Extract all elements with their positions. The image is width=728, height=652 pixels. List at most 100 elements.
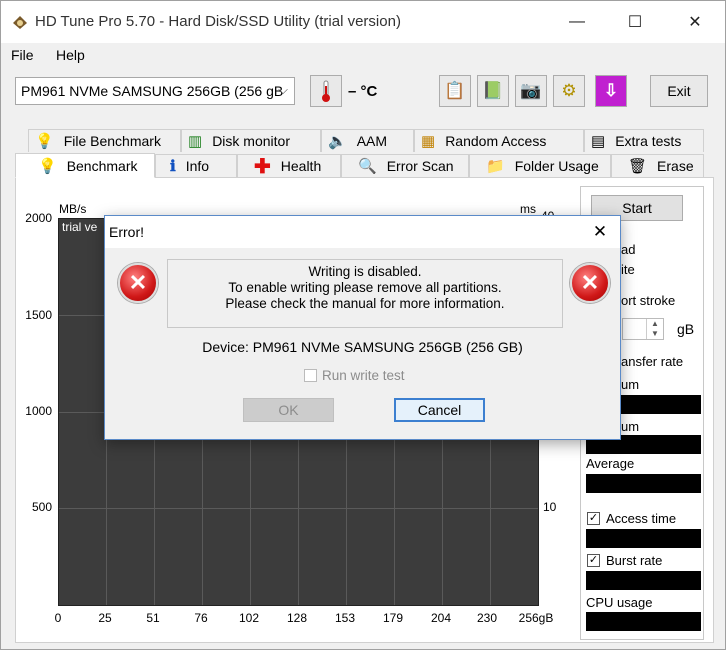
trial-watermark: trial ve bbox=[62, 220, 98, 234]
app-logo-icon bbox=[11, 13, 29, 31]
y-tick-label: 2000 bbox=[25, 211, 52, 225]
tab-extra-tests[interactable]: ▤ Extra tests bbox=[584, 129, 704, 152]
burst-rate-checkbox[interactable]: ✓ bbox=[587, 554, 600, 567]
copy-info-button[interactable]: 📋 bbox=[439, 75, 471, 107]
x-tick-label: 0 bbox=[54, 611, 62, 625]
cpu-usage-value-box bbox=[586, 612, 701, 631]
access-time-checkbox[interactable]: ✓ bbox=[587, 512, 600, 525]
maximum-label: um bbox=[621, 419, 640, 434]
tab-health[interactable]: ✚ Health bbox=[237, 154, 341, 178]
extra-tests-icon: ▤ bbox=[591, 133, 606, 150]
x-tick-label: 76 bbox=[194, 611, 208, 625]
chevron-down-icon: ⌵ bbox=[278, 82, 288, 97]
disk-monitor-icon: ▥ bbox=[188, 133, 203, 150]
menu-bar: File Help bbox=[1, 43, 725, 67]
y-tick-label: 1000 bbox=[25, 404, 52, 418]
magnifier-icon: 🔍 bbox=[358, 158, 377, 175]
minimize-button[interactable]: — bbox=[554, 9, 600, 35]
error-icon: ✕ bbox=[118, 263, 158, 303]
options-button[interactable]: ⚙ bbox=[553, 75, 585, 107]
tab-disk-monitor[interactable]: ▥ Disk monitor bbox=[181, 129, 321, 152]
run-write-test-label[interactable]: Run write test bbox=[322, 368, 405, 383]
info-icon: ℹ bbox=[170, 158, 176, 175]
menu-file[interactable]: File bbox=[11, 47, 34, 63]
toolbar: PM961 NVMe SAMSUNG 256GB (256 gB ⌵ – °C … bbox=[1, 67, 725, 117]
temperature-readout: – °C bbox=[348, 83, 378, 100]
screenshot-button[interactable]: 📷 bbox=[515, 75, 547, 107]
gb-unit-label: gB bbox=[677, 321, 695, 337]
drive-select-value: PM961 NVMe SAMSUNG 256GB (256 gB bbox=[21, 83, 284, 99]
x-tick-label: 230 bbox=[476, 611, 498, 625]
error-icon: ✕ bbox=[570, 263, 610, 303]
ok-button[interactable]: OK bbox=[243, 398, 334, 422]
save-button[interactable]: ⇩ bbox=[595, 75, 627, 107]
read-option-label[interactable]: ad bbox=[621, 242, 635, 257]
tab-aam[interactable]: 🔈 AAM bbox=[321, 129, 414, 152]
options-icon: ⚙ bbox=[561, 81, 577, 100]
x-tick-label: 128 bbox=[286, 611, 308, 625]
maximize-button[interactable]: ☐ bbox=[612, 9, 658, 35]
thermometer-icon[interactable] bbox=[310, 75, 342, 107]
access-time-value-box bbox=[586, 529, 701, 548]
x-tick-label: 153 bbox=[334, 611, 356, 625]
error-dialog: Error! ✕ ✕ ✕ Writing is disabled. To ena… bbox=[104, 215, 621, 440]
error-line: Please check the manual for more informa… bbox=[225, 296, 505, 311]
burst-rate-label[interactable]: Burst rate bbox=[606, 553, 662, 568]
y2-tick-label: 10 bbox=[543, 500, 557, 514]
copy-green-icon: 📗 bbox=[482, 81, 504, 100]
error-line: Writing is disabled. bbox=[308, 264, 422, 279]
x-tick-label: 179 bbox=[382, 611, 404, 625]
write-option-label[interactable]: ite bbox=[621, 262, 635, 277]
copy-all-button[interactable]: 📗 bbox=[477, 75, 509, 107]
stepper-arrows-icon[interactable]: ▲ ▼ bbox=[646, 319, 663, 339]
camera-icon: 📷 bbox=[520, 81, 542, 100]
y2-axis-unit: ms bbox=[520, 202, 536, 216]
cancel-button[interactable]: Cancel bbox=[394, 398, 485, 422]
device-label: Device: PM961 NVMe SAMSUNG 256GB (256 GB… bbox=[202, 339, 523, 355]
window-title: HD Tune Pro 5.70 - Hard Disk/SSD Utility… bbox=[35, 13, 401, 30]
random-access-icon: ▦ bbox=[421, 133, 436, 150]
burst-rate-value-box bbox=[586, 571, 701, 590]
title-bar: HD Tune Pro 5.70 - Hard Disk/SSD Utility… bbox=[1, 1, 725, 43]
cpu-usage-label: CPU usage bbox=[586, 595, 653, 610]
tab-info[interactable]: ℹ Info bbox=[155, 154, 237, 177]
speaker-icon: 🔈 bbox=[328, 133, 347, 150]
short-stroke-stepper[interactable]: ▲ ▼ bbox=[622, 318, 664, 340]
error-line: To enable writing please remove all part… bbox=[228, 280, 502, 295]
exit-button[interactable]: Exit bbox=[650, 75, 708, 107]
error-message-box: Writing is disabled. To enable writing p… bbox=[167, 259, 563, 328]
bulb-icon: 💡 bbox=[38, 157, 57, 175]
copy-icon: 📋 bbox=[444, 81, 466, 100]
minimum-label: um bbox=[621, 377, 640, 392]
access-time-label[interactable]: Access time bbox=[606, 511, 676, 526]
x-tick-label: 256gB bbox=[518, 611, 554, 625]
menu-help[interactable]: Help bbox=[56, 47, 85, 63]
tab-benchmark[interactable]: 💡 Benchmark bbox=[15, 153, 155, 178]
y-tick-label: 500 bbox=[31, 500, 52, 514]
short-stroke-label: ort stroke bbox=[621, 293, 676, 308]
tab-random-access[interactable]: ▦ Random Access bbox=[414, 129, 584, 152]
average-value-box bbox=[586, 474, 701, 493]
drive-select[interactable]: PM961 NVMe SAMSUNG 256GB (256 gB ⌵ bbox=[15, 77, 295, 105]
x-tick-label: 102 bbox=[238, 611, 260, 625]
dialog-close-button[interactable]: ✕ bbox=[585, 220, 615, 244]
file-benchmark-icon: 💡 bbox=[35, 133, 54, 150]
dialog-title: Error! bbox=[109, 224, 144, 240]
download-arrow-icon: ⇩ bbox=[603, 81, 619, 100]
x-tick-label: 51 bbox=[146, 611, 160, 625]
health-icon: ✚ bbox=[254, 155, 271, 178]
close-button[interactable]: ✕ bbox=[672, 9, 718, 35]
tab-error-scan[interactable]: 🔍 Error Scan bbox=[341, 154, 469, 177]
transfer-rate-label: ansfer rate bbox=[621, 354, 684, 369]
tab-folder-usage[interactable]: 📁 Folder Usage bbox=[469, 154, 611, 177]
average-label: Average bbox=[586, 456, 635, 471]
y-axis-unit: MB/s bbox=[59, 202, 87, 216]
run-write-test-checkbox[interactable] bbox=[304, 369, 317, 382]
x-tick-label: 25 bbox=[98, 611, 112, 625]
tab-file-benchmark[interactable]: 💡 File Benchmark bbox=[28, 129, 181, 152]
dialog-title-bar: Error! ✕ bbox=[105, 216, 620, 248]
tab-erase[interactable]: 🗑 Erase bbox=[611, 154, 704, 177]
y-tick-label: 1500 bbox=[25, 308, 52, 322]
trash-icon: 🗑 bbox=[628, 158, 648, 175]
folder-icon: 📁 bbox=[486, 158, 505, 175]
